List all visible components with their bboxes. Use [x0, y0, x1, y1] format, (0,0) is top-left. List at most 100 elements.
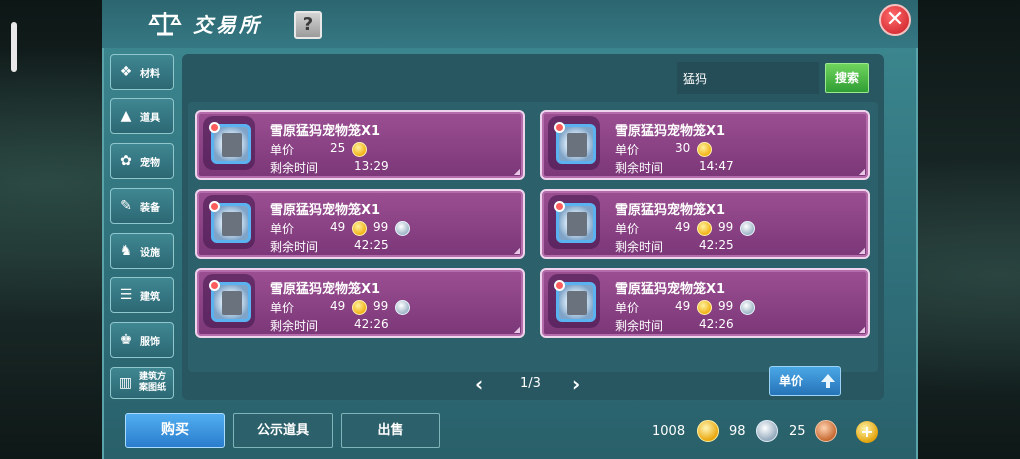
- corner-mark: ◢: [858, 167, 865, 176]
- sell-button[interactable]: 出售: [341, 413, 440, 448]
- time-label: 剩余时间: [270, 161, 319, 175]
- scale-icon: [148, 12, 182, 36]
- time-label: 剩余时间: [615, 161, 664, 175]
- item-name: 雪原猛犸宠物笼X1: [615, 282, 726, 297]
- bronze-coin-icon: [815, 420, 837, 442]
- corner-mark: ◢: [513, 167, 520, 176]
- close-button[interactable]: ✕: [879, 4, 911, 36]
- item-name: 雪原猛犸宠物笼X1: [615, 124, 726, 139]
- silver-amount: 98: [729, 424, 746, 439]
- badge-icon: [554, 280, 565, 291]
- silver-coin-icon: [395, 221, 410, 236]
- time-label: 剩余时间: [615, 319, 664, 333]
- sidebar-item-label: 道具: [140, 112, 160, 124]
- sidebar-item-building[interactable]: ☰ 建筑: [110, 277, 174, 313]
- items-icon: ▲: [120, 108, 132, 124]
- price-silver: 99: [718, 220, 734, 234]
- listing-card[interactable]: 雪原猛犸宠物笼X1 单价 30 剩余时间 14:47 ◢: [540, 110, 870, 180]
- item-name: 雪原猛犸宠物笼X1: [270, 282, 381, 297]
- sidebar-item-label: 宠物: [140, 157, 160, 169]
- edge-handle[interactable]: [11, 22, 17, 72]
- gold-amount: 1008: [652, 424, 686, 439]
- time-remaining: 42:25: [354, 238, 389, 252]
- listing-card[interactable]: 雪原猛犸宠物笼X1 单价 25 剩余时间 13:29 ◢: [195, 110, 525, 180]
- silver-coin-icon: [740, 221, 755, 236]
- price-gold: 30: [675, 141, 691, 155]
- badge-icon: [209, 122, 220, 133]
- add-currency-button[interactable]: +: [856, 421, 878, 443]
- listing-card[interactable]: 雪原猛犸宠物笼X1 单价 49 99 剩余时间 42:25 ◢: [540, 189, 870, 259]
- sidebar-item-facility[interactable]: ♞ 设施: [110, 233, 174, 269]
- public-items-button[interactable]: 公示道具: [233, 413, 333, 448]
- gold-coin-icon: [352, 300, 367, 315]
- gold-coin-icon: [697, 221, 712, 236]
- item-name: 雪原猛犸宠物笼X1: [270, 124, 381, 139]
- help-button[interactable]: ?: [294, 11, 322, 39]
- listing-card[interactable]: 雪原猛犸宠物笼X1 单价 49 99 剩余时间 42:26 ◢: [195, 268, 525, 338]
- badge-icon: [554, 122, 565, 133]
- corner-mark: ◢: [858, 325, 865, 334]
- page-indicator: 1/3: [520, 376, 541, 391]
- clothing-icon: ♚: [119, 332, 133, 348]
- price-silver: 99: [373, 299, 389, 313]
- time-remaining: 14:47: [699, 159, 734, 173]
- price-label: 单价: [270, 143, 295, 157]
- listing-card[interactable]: 雪原猛犸宠物笼X1 单价 49 99 剩余时间 42:26 ◢: [540, 268, 870, 338]
- sidebar-item-pets[interactable]: ✿ 宠物: [110, 143, 174, 179]
- sidebar-item-items[interactable]: ▲ 道具: [110, 98, 174, 134]
- sidebar-item-label: 服饰: [140, 336, 160, 348]
- price-gold: 49: [675, 299, 691, 313]
- price-gold: 49: [330, 299, 346, 313]
- price-label: 单价: [270, 301, 295, 315]
- building-icon: ☰: [119, 287, 133, 303]
- sidebar-item-clothing[interactable]: ♚ 服饰: [110, 322, 174, 358]
- facility-icon: ♞: [119, 243, 133, 259]
- equipment-icon: ✎: [120, 198, 132, 214]
- materials-icon: ❖: [119, 64, 133, 80]
- gold-coin-icon: [697, 300, 712, 315]
- sidebar-item-materials[interactable]: ❖ 材料: [110, 54, 174, 90]
- corner-mark: ◢: [513, 246, 520, 255]
- sort-arrow-icon: [821, 374, 835, 388]
- time-remaining: 42:26: [699, 317, 734, 331]
- sidebar-item-label: 装备: [140, 202, 160, 214]
- next-page-button[interactable]: ›: [572, 372, 580, 396]
- badge-icon: [554, 201, 565, 212]
- sort-by-price-button[interactable]: 单价: [769, 366, 841, 396]
- price-label: 单价: [615, 143, 640, 157]
- search-input[interactable]: [677, 62, 819, 94]
- corner-mark: ◢: [513, 325, 520, 334]
- sidebar-item-blueprint[interactable]: ▥ 建筑方案图纸: [110, 367, 174, 399]
- silver-coin-icon: [740, 300, 755, 315]
- price-label: 单价: [615, 301, 640, 315]
- gold-coin-icon: [697, 142, 712, 157]
- bronze-amount: 25: [789, 424, 806, 439]
- corner-mark: ◢: [858, 246, 865, 255]
- price-gold: 49: [675, 220, 691, 234]
- sidebar-item-label: 建筑方案图纸: [139, 372, 167, 393]
- price-silver: 99: [373, 220, 389, 234]
- item-name: 雪原猛犸宠物笼X1: [270, 203, 381, 218]
- sidebar-item-label: 设施: [140, 247, 160, 259]
- price-gold: 49: [330, 220, 346, 234]
- price-label: 单价: [615, 222, 640, 236]
- time-label: 剩余时间: [270, 240, 319, 254]
- pet-icon: ✿: [120, 153, 132, 169]
- listing-card[interactable]: 雪原猛犸宠物笼X1 单价 49 99 剩余时间 42:25 ◢: [195, 189, 525, 259]
- prev-page-button[interactable]: ‹: [475, 372, 483, 396]
- page-title: 交易所: [193, 13, 262, 37]
- blueprint-icon: ▥: [118, 375, 133, 391]
- time-remaining: 42:26: [354, 317, 389, 331]
- time-label: 剩余时间: [270, 319, 319, 333]
- search-button[interactable]: 搜索: [825, 63, 869, 93]
- price-silver: 99: [718, 299, 734, 313]
- price-gold: 25: [330, 141, 346, 155]
- sidebar-item-label: 建筑: [140, 291, 160, 303]
- sort-label: 单价: [779, 374, 804, 388]
- time-remaining: 13:29: [354, 159, 389, 173]
- silver-coin-icon: [395, 300, 410, 315]
- sidebar-item-equipment[interactable]: ✎ 装备: [110, 188, 174, 224]
- time-remaining: 42:25: [699, 238, 734, 252]
- buy-button[interactable]: 购买: [125, 413, 225, 448]
- item-name: 雪原猛犸宠物笼X1: [615, 203, 726, 218]
